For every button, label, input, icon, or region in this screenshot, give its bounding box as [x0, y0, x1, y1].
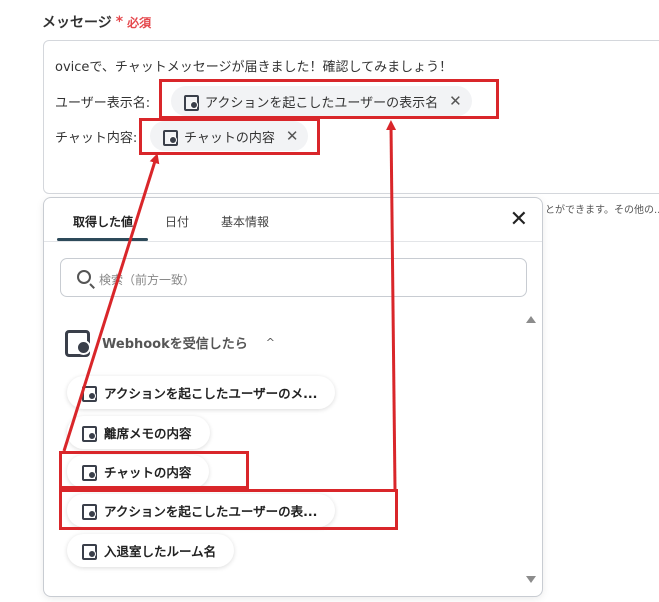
field-label-row: メッセージ * 必須	[42, 12, 151, 32]
webhook-icon	[81, 385, 97, 402]
active-tab-indicator	[57, 238, 148, 241]
required-star: *	[115, 14, 124, 30]
scroll-down-arrow[interactable]	[526, 576, 536, 583]
tab-date[interactable]: 日付	[165, 213, 189, 230]
webhook-icon	[183, 94, 199, 111]
group-label: Webhookを受信したら	[102, 336, 248, 352]
message-line-2-prefix: ユーザー表示名:	[55, 96, 151, 111]
list-item-label: アクションを起こしたユーザーの表...	[104, 504, 318, 519]
webhook-icon	[64, 328, 92, 357]
message-editor[interactable]: oviceで、チャットメッセージが届きました！確認してみましょう！ ユーザー表示…	[43, 40, 659, 194]
variable-picker-popup: 取得した値 日付 基本情報 ✕ 検索（前方一致） Webhookを受信したら ^…	[43, 197, 543, 597]
variable-chip-user-display-name[interactable]: アクションを起こしたユーザーの表示名 ✕	[171, 86, 472, 116]
list-item-label: アクションを起こしたユーザーのメ...	[104, 386, 318, 401]
close-icon[interactable]: ✕	[286, 127, 299, 145]
search-input[interactable]: 検索（前方一致）	[60, 258, 527, 297]
tab-basic-info[interactable]: 基本情報	[221, 213, 269, 230]
list-item[interactable]: 入退室したルーム名	[67, 534, 235, 567]
required-label: 必須	[127, 15, 152, 30]
chip-label: アクションを起こしたユーザーの表示名	[205, 95, 439, 111]
list-item[interactable]: 離席メモの内容	[67, 416, 210, 449]
help-text-partial: とができます。その他の...	[545, 205, 659, 216]
field-label: メッセージ	[42, 15, 112, 31]
close-icon[interactable]: ✕	[449, 92, 462, 110]
scroll-up-arrow[interactable]	[526, 316, 536, 323]
search-icon	[77, 270, 91, 284]
webhook-group-header[interactable]: Webhookを受信したら ^	[64, 328, 275, 357]
list-item[interactable]: アクションを起こしたユーザーのメ...	[67, 376, 336, 409]
variable-chip-chat-content[interactable]: チャットの内容 ✕	[150, 121, 309, 151]
message-line-3-prefix: チャット内容:	[55, 131, 138, 146]
chip-label: チャットの内容	[184, 130, 275, 146]
webhook-icon	[162, 129, 178, 146]
tab-bar: 取得した値 日付 基本情報 ✕	[44, 198, 542, 242]
list-item-label: チャットの内容	[104, 465, 192, 480]
webhook-icon	[81, 425, 97, 442]
tab-acquired-values[interactable]: 取得した値	[73, 213, 133, 230]
search-placeholder: 検索（前方一致）	[99, 273, 196, 287]
list-item[interactable]: アクションを起こしたユーザーの表...	[67, 494, 336, 527]
list-item-label: 入退室したルーム名	[104, 544, 217, 559]
webhook-icon	[81, 503, 97, 520]
list-item[interactable]: チャットの内容	[67, 455, 210, 488]
chevron-up-icon[interactable]: ^	[266, 336, 275, 349]
list-item-label: 離席メモの内容	[104, 426, 192, 441]
message-line-1: oviceで、チャットメッセージが届きました！確認してみましょう！	[55, 60, 453, 75]
webhook-icon	[81, 464, 97, 481]
close-icon[interactable]: ✕	[510, 209, 528, 231]
webhook-icon	[81, 543, 97, 560]
